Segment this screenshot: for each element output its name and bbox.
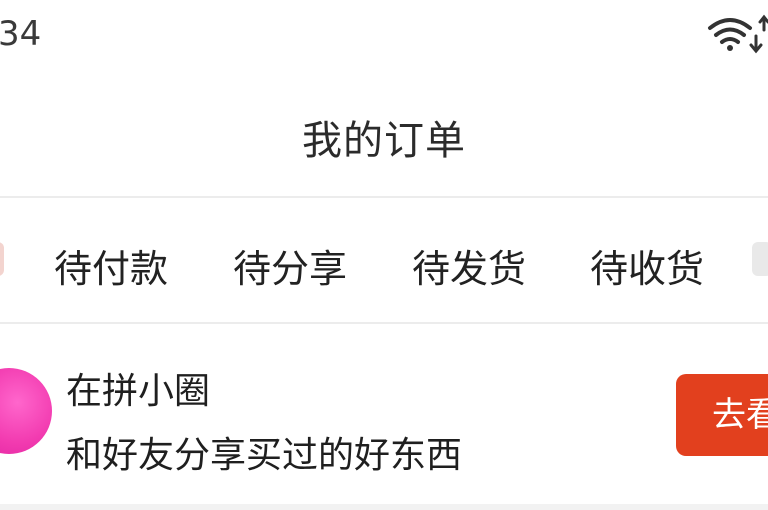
avatar <box>0 368 52 454</box>
status-time: 34 <box>0 14 42 54</box>
tab-partial-left[interactable] <box>0 242 4 276</box>
banner-subtitle: 和好友分享买过的好东西 <box>66 435 463 476</box>
tab-partial-right[interactable] <box>752 242 768 276</box>
tab-pending-share[interactable]: 待分享 <box>233 238 347 293</box>
page-title: 我的订单 <box>302 118 466 164</box>
status-bar: 34 <box>0 0 768 74</box>
header-bar: 我的订单 <box>0 74 768 194</box>
section-divider <box>0 504 768 510</box>
tab-pending-receipt[interactable]: 待收货 <box>590 238 704 293</box>
banner-title: 在拼小圈 <box>66 371 211 412</box>
wifi-icon <box>708 14 768 54</box>
go-see-button[interactable]: 去看 <box>676 374 768 456</box>
tab-pending-shipment[interactable]: 待发货 <box>412 238 526 293</box>
order-status-tabs: 待付款 待分享 待发货 待收货 <box>0 198 768 322</box>
group-circle-banner[interactable]: 在拼小圈 和好友分享买过的好东西 去看 <box>0 324 768 510</box>
tab-pending-payment[interactable]: 待付款 <box>54 238 168 293</box>
